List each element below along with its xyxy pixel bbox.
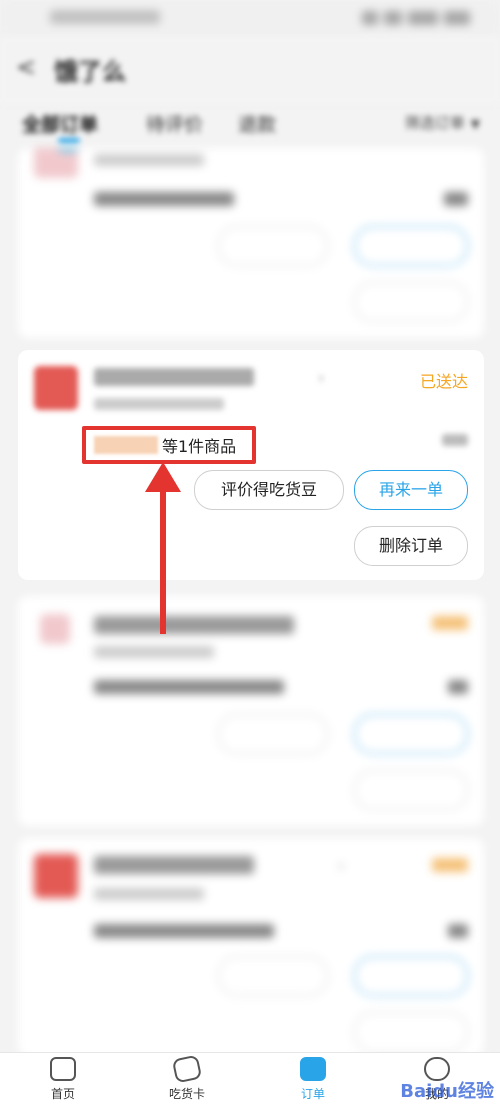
order-price — [442, 434, 468, 446]
order-items — [94, 924, 274, 938]
order-items-count: 等1件商品 — [162, 437, 237, 456]
order-time — [94, 646, 214, 658]
review-earn-beans-button[interactable]: 评价得吃货豆 — [194, 470, 344, 510]
order-price — [448, 924, 468, 938]
reorder-button[interactable]: 再来一单 — [354, 470, 468, 510]
shop-name — [94, 368, 254, 386]
tab-indicator — [58, 138, 80, 143]
delete-order-button[interactable] — [354, 282, 468, 322]
order-price — [448, 680, 468, 694]
order-price — [444, 192, 468, 206]
order-time — [94, 398, 224, 410]
watermark: Baidu经验 — [400, 1081, 494, 1102]
order-items — [94, 680, 284, 694]
chevron-right-icon: › — [318, 368, 325, 387]
order-card[interactable]: › — [18, 838, 484, 1056]
order-card[interactable] — [18, 148, 484, 338]
item-name-redacted — [94, 436, 158, 454]
badge — [58, 148, 78, 152]
tab-refund[interactable]: 退款 — [238, 110, 276, 137]
order-card[interactable] — [18, 596, 484, 826]
review-button[interactable] — [218, 226, 328, 266]
order-items-highlight[interactable]: 等1件商品 — [82, 426, 256, 464]
status-bar-icons — [356, 10, 476, 25]
order-time — [94, 888, 204, 900]
page-title: 饿了么 — [54, 58, 126, 86]
nav-card[interactable]: 吃货卡 — [152, 1054, 222, 1102]
review-button[interactable] — [218, 956, 328, 996]
back-arrow-icon[interactable]: < — [16, 54, 38, 80]
bottom-nav: 首页 吃货卡 订单 我的 Baidu经验 — [0, 1052, 500, 1111]
order-status — [432, 858, 468, 872]
tab-to-review[interactable]: 待评价 — [146, 110, 203, 137]
shop-name — [94, 856, 254, 874]
chevron-right-icon: › — [338, 856, 345, 875]
order-card-focused[interactable]: › 已送达 等1件商品 评价得吃货豆 再来一单 删除订单 — [18, 350, 484, 580]
chevron-down-icon: ▼ — [470, 117, 480, 131]
shop-logo — [40, 614, 70, 644]
tab-all-orders[interactable]: 全部订单 — [22, 110, 98, 137]
order-status — [432, 616, 468, 630]
shop-logo — [34, 854, 78, 898]
nav-home-label: 首页 — [50, 1087, 75, 1101]
nav-home[interactable]: 首页 — [28, 1057, 98, 1102]
nav-orders-label: 订单 — [300, 1087, 325, 1101]
order-icon — [300, 1057, 326, 1081]
order-tabs: 全部订单 待评价 退款 筛选订单 ▼ — [0, 104, 500, 148]
home-icon — [50, 1057, 76, 1081]
card-icon — [171, 1054, 203, 1084]
status-bar-carrier — [50, 10, 160, 24]
app-header: < 饿了么 — [0, 36, 500, 104]
delete-order-button[interactable]: 删除订单 — [354, 526, 468, 566]
reorder-button[interactable] — [354, 956, 468, 996]
shop-name — [94, 616, 294, 634]
order-items — [94, 192, 234, 206]
nav-orders[interactable]: 订单 — [278, 1057, 348, 1102]
order-status: 已送达 — [419, 372, 468, 391]
review-button[interactable] — [218, 714, 328, 754]
delete-order-button[interactable] — [354, 1012, 468, 1052]
filter-orders-label: 筛选订单 — [404, 114, 465, 132]
reorder-button[interactable] — [354, 714, 468, 754]
shop-logo — [34, 366, 78, 410]
annotation-arrow-shaft — [160, 488, 166, 634]
filter-orders-button[interactable]: 筛选订单 ▼ — [405, 112, 480, 133]
status-bar — [0, 0, 500, 36]
delete-order-button[interactable] — [354, 770, 468, 810]
order-time — [94, 154, 204, 166]
reorder-button[interactable] — [354, 226, 468, 266]
shop-logo — [34, 148, 78, 178]
nav-card-label: 吃货卡 — [168, 1087, 205, 1101]
